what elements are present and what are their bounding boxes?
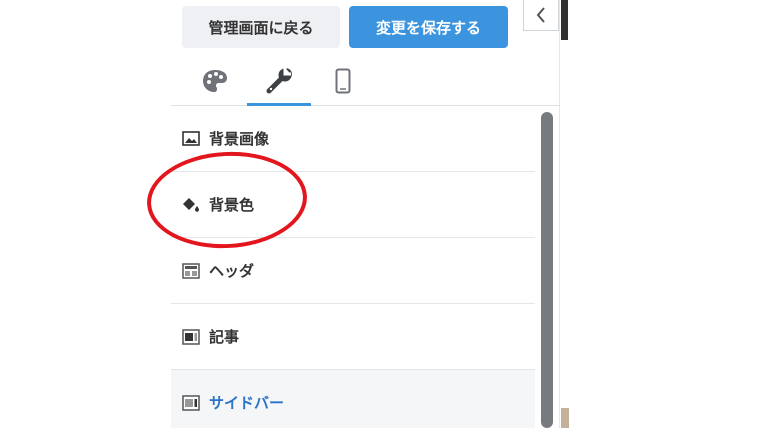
- menu-scrollbar[interactable]: [541, 112, 553, 428]
- layout-sidebar-icon: [182, 394, 200, 412]
- menu-item-label: 背景画像: [209, 130, 270, 148]
- menu-item-article[interactable]: 記事: [171, 304, 535, 370]
- preview-edge: [561, 0, 568, 40]
- layout-header-icon: [182, 262, 200, 280]
- chevron-left-icon: [536, 7, 545, 23]
- palette-icon: [203, 69, 227, 92]
- tab-mobile[interactable]: [311, 56, 375, 105]
- tab-design[interactable]: [183, 56, 247, 105]
- image-icon: [182, 130, 200, 148]
- menu-item-label: ヘッダ: [209, 262, 255, 280]
- save-changes-button[interactable]: 変更を保存する: [349, 6, 508, 48]
- wrench-icon: [266, 67, 292, 93]
- layout-article-icon: [182, 328, 200, 346]
- tab-bar: [171, 56, 559, 106]
- collapse-panel-button[interactable]: [523, 0, 559, 31]
- menu-item-sidebar[interactable]: サイドバー: [171, 370, 535, 428]
- back-to-admin-button[interactable]: 管理画面に戻る: [182, 6, 340, 48]
- preview-edge: [561, 408, 569, 428]
- smartphone-icon: [335, 68, 351, 93]
- menu-item-label: 記事: [209, 328, 240, 346]
- tab-settings[interactable]: [247, 56, 311, 106]
- menu-item-label: サイドバー: [209, 394, 285, 412]
